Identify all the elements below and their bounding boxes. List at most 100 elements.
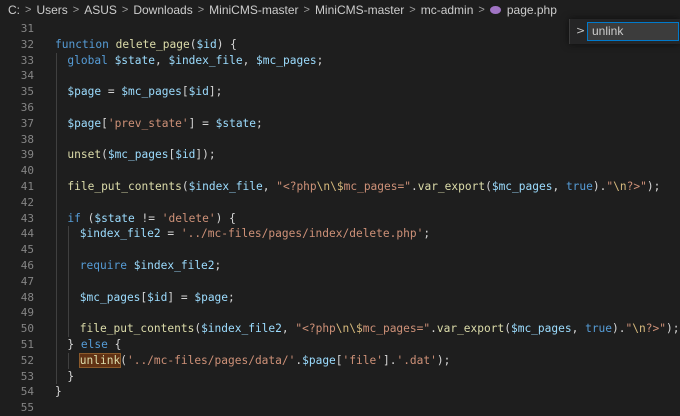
function-token: delete_page: [115, 37, 190, 51]
punctuation-token: ;: [423, 227, 431, 241]
line-number[interactable]: 44: [0, 226, 34, 242]
breadcrumb-item-file[interactable]: page.php: [505, 3, 559, 17]
code-line[interactable]: 38: [0, 131, 680, 148]
line-number[interactable]: 34: [0, 68, 34, 84]
indent-guide: [56, 147, 57, 164]
escape-token: \n: [632, 322, 646, 336]
indent-guide: [56, 352, 57, 369]
punctuation-token: ]);: [195, 148, 216, 162]
punctuation-token: ,: [154, 53, 169, 67]
code-line[interactable]: 47: [0, 273, 680, 290]
find-input[interactable]: unlink: [587, 22, 679, 41]
code-line[interactable]: 36: [0, 99, 680, 116]
punctuation-token: ] =: [167, 290, 195, 304]
punctuation-token: ) {: [216, 37, 237, 51]
toggle-replace-chevron-icon[interactable]: >: [576, 24, 585, 37]
punctuation-token: [: [101, 116, 108, 130]
code-text: file_put_contents($index_file, "<?php\n\…: [67, 179, 660, 195]
line-number[interactable]: 51: [0, 337, 34, 353]
line-number[interactable]: 45: [0, 242, 34, 258]
code-line[interactable]: 50 file_put_contents ($index_file2, "<?php…: [0, 321, 680, 337]
variable-token: $mc_pages: [107, 148, 169, 162]
line-number[interactable]: 46: [0, 258, 34, 274]
code-editor[interactable]: 31 32 function delete_page($id) {33 global …: [0, 21, 680, 416]
code-line[interactable]: 46 require $index_file2;: [0, 257, 680, 274]
line-number[interactable]: 49: [0, 305, 34, 321]
punctuation-token: ;: [256, 116, 263, 130]
line-number[interactable]: 38: [0, 132, 34, 148]
line-number[interactable]: 33: [0, 53, 34, 69]
variable-token: $mc_pages: [510, 322, 572, 336]
line-number[interactable]: 48: [0, 290, 34, 306]
code-line[interactable]: 42: [0, 194, 680, 211]
variable-token: $id: [196, 37, 217, 51]
code-line[interactable]: 49: [0, 305, 680, 322]
indent-guide: [56, 226, 57, 243]
code-line[interactable]: 55: [0, 400, 680, 416]
code-line[interactable]: 40: [0, 163, 680, 179]
code-line[interactable]: 54}: [0, 384, 680, 400]
code-line[interactable]: 33 global $state, $index_file, $mc_pages;: [0, 52, 680, 69]
line-number[interactable]: 52: [0, 353, 34, 369]
breadcrumb: C: > Users > ASUS > Downloads > MiniCMS-…: [0, 0, 680, 19]
punctuation-token: [109, 38, 116, 51]
string-token: '../mc-files/pages/index/delete.php': [180, 227, 424, 241]
code-line[interactable]: 35 $page = $mc_pages[$id];: [0, 84, 680, 100]
code-line[interactable]: 45: [0, 242, 680, 258]
breadcrumb-item-asus[interactable]: ASUS: [82, 3, 119, 17]
line-number[interactable]: 55: [0, 400, 34, 416]
code-line[interactable]: 48 $mc_pages[$id] = $page;: [0, 289, 680, 306]
line-number[interactable]: 40: [0, 163, 34, 179]
line-number[interactable]: 41: [0, 179, 34, 195]
line-number[interactable]: 31: [0, 21, 34, 37]
code-line[interactable]: 34: [0, 68, 680, 85]
line-number[interactable]: 43: [0, 211, 34, 227]
code-line[interactable]: 53}: [0, 368, 680, 385]
variable-token: $id: [175, 148, 196, 162]
breadcrumb-chevron-icon: >: [72, 3, 80, 16]
indent-guide: [68, 257, 69, 274]
indent-guide: [56, 257, 57, 274]
breadcrumb-item-users[interactable]: Users: [34, 3, 69, 17]
breadcrumb-item-minicms-master-inner[interactable]: MiniCMS-master: [313, 3, 406, 17]
search-match-highlight: unlink: [78, 352, 122, 368]
line-number[interactable]: 50: [0, 321, 34, 337]
line-number[interactable]: 54: [0, 384, 34, 400]
line-number[interactable]: 37: [0, 116, 34, 132]
variable-token: $mc_pages: [256, 53, 317, 67]
breadcrumb-item-minicms-master[interactable]: MiniCMS-master: [207, 3, 300, 17]
breadcrumb-chevron-icon: >: [121, 3, 129, 16]
punctuation-token: );: [665, 322, 680, 336]
line-number[interactable]: 32: [0, 37, 34, 53]
code-text: unset($mc_pages[$id]);: [67, 147, 215, 163]
string-token: 'file': [342, 353, 383, 367]
function-token: file_put_contents: [67, 179, 182, 193]
keyword-token: true: [585, 322, 613, 336]
php-file-icon: [489, 5, 501, 14]
punctuation-token: (: [80, 211, 95, 225]
line-number[interactable]: 39: [0, 147, 34, 163]
punctuation-token: (: [120, 353, 127, 367]
line-number[interactable]: 47: [0, 274, 34, 290]
code-line[interactable]: 52 unlink('../mc-files/pages/data/'.$page…: [0, 352, 680, 369]
line-number[interactable]: 35: [0, 84, 34, 100]
code-line[interactable]: 51} else {: [0, 336, 680, 353]
code-line[interactable]: 37 $page['prev_state'] = $state;: [0, 115, 680, 132]
code-line[interactable]: 43 if ($state != 'delete') {: [0, 210, 680, 227]
punctuation-token: ) {: [215, 211, 236, 225]
breadcrumb-item-drive[interactable]: C:: [6, 3, 22, 17]
string-token: mc_pages=": [362, 322, 431, 336]
line-number[interactable]: 36: [0, 100, 34, 116]
line-number[interactable]: 53: [0, 369, 34, 385]
breadcrumb-item-mc-admin[interactable]: mc-admin: [419, 3, 476, 17]
variable-token: $index_file2: [79, 227, 161, 241]
code-line[interactable]: 39 unset($mc_pages[$id]);: [0, 147, 680, 164]
breadcrumb-item-downloads[interactable]: Downloads: [131, 3, 194, 17]
code-line[interactable]: 44 $index_file2 = '../mc-files/pages/inde…: [0, 226, 680, 243]
indent-guide: [56, 368, 57, 385]
variable-token: $index_file: [168, 53, 243, 67]
string-token: ?>": [626, 179, 647, 193]
line-number[interactable]: 42: [0, 195, 34, 211]
punctuation-token: (: [485, 179, 492, 193]
code-line[interactable]: 41 file_put_contents($index_file, "<?php\…: [0, 178, 680, 195]
